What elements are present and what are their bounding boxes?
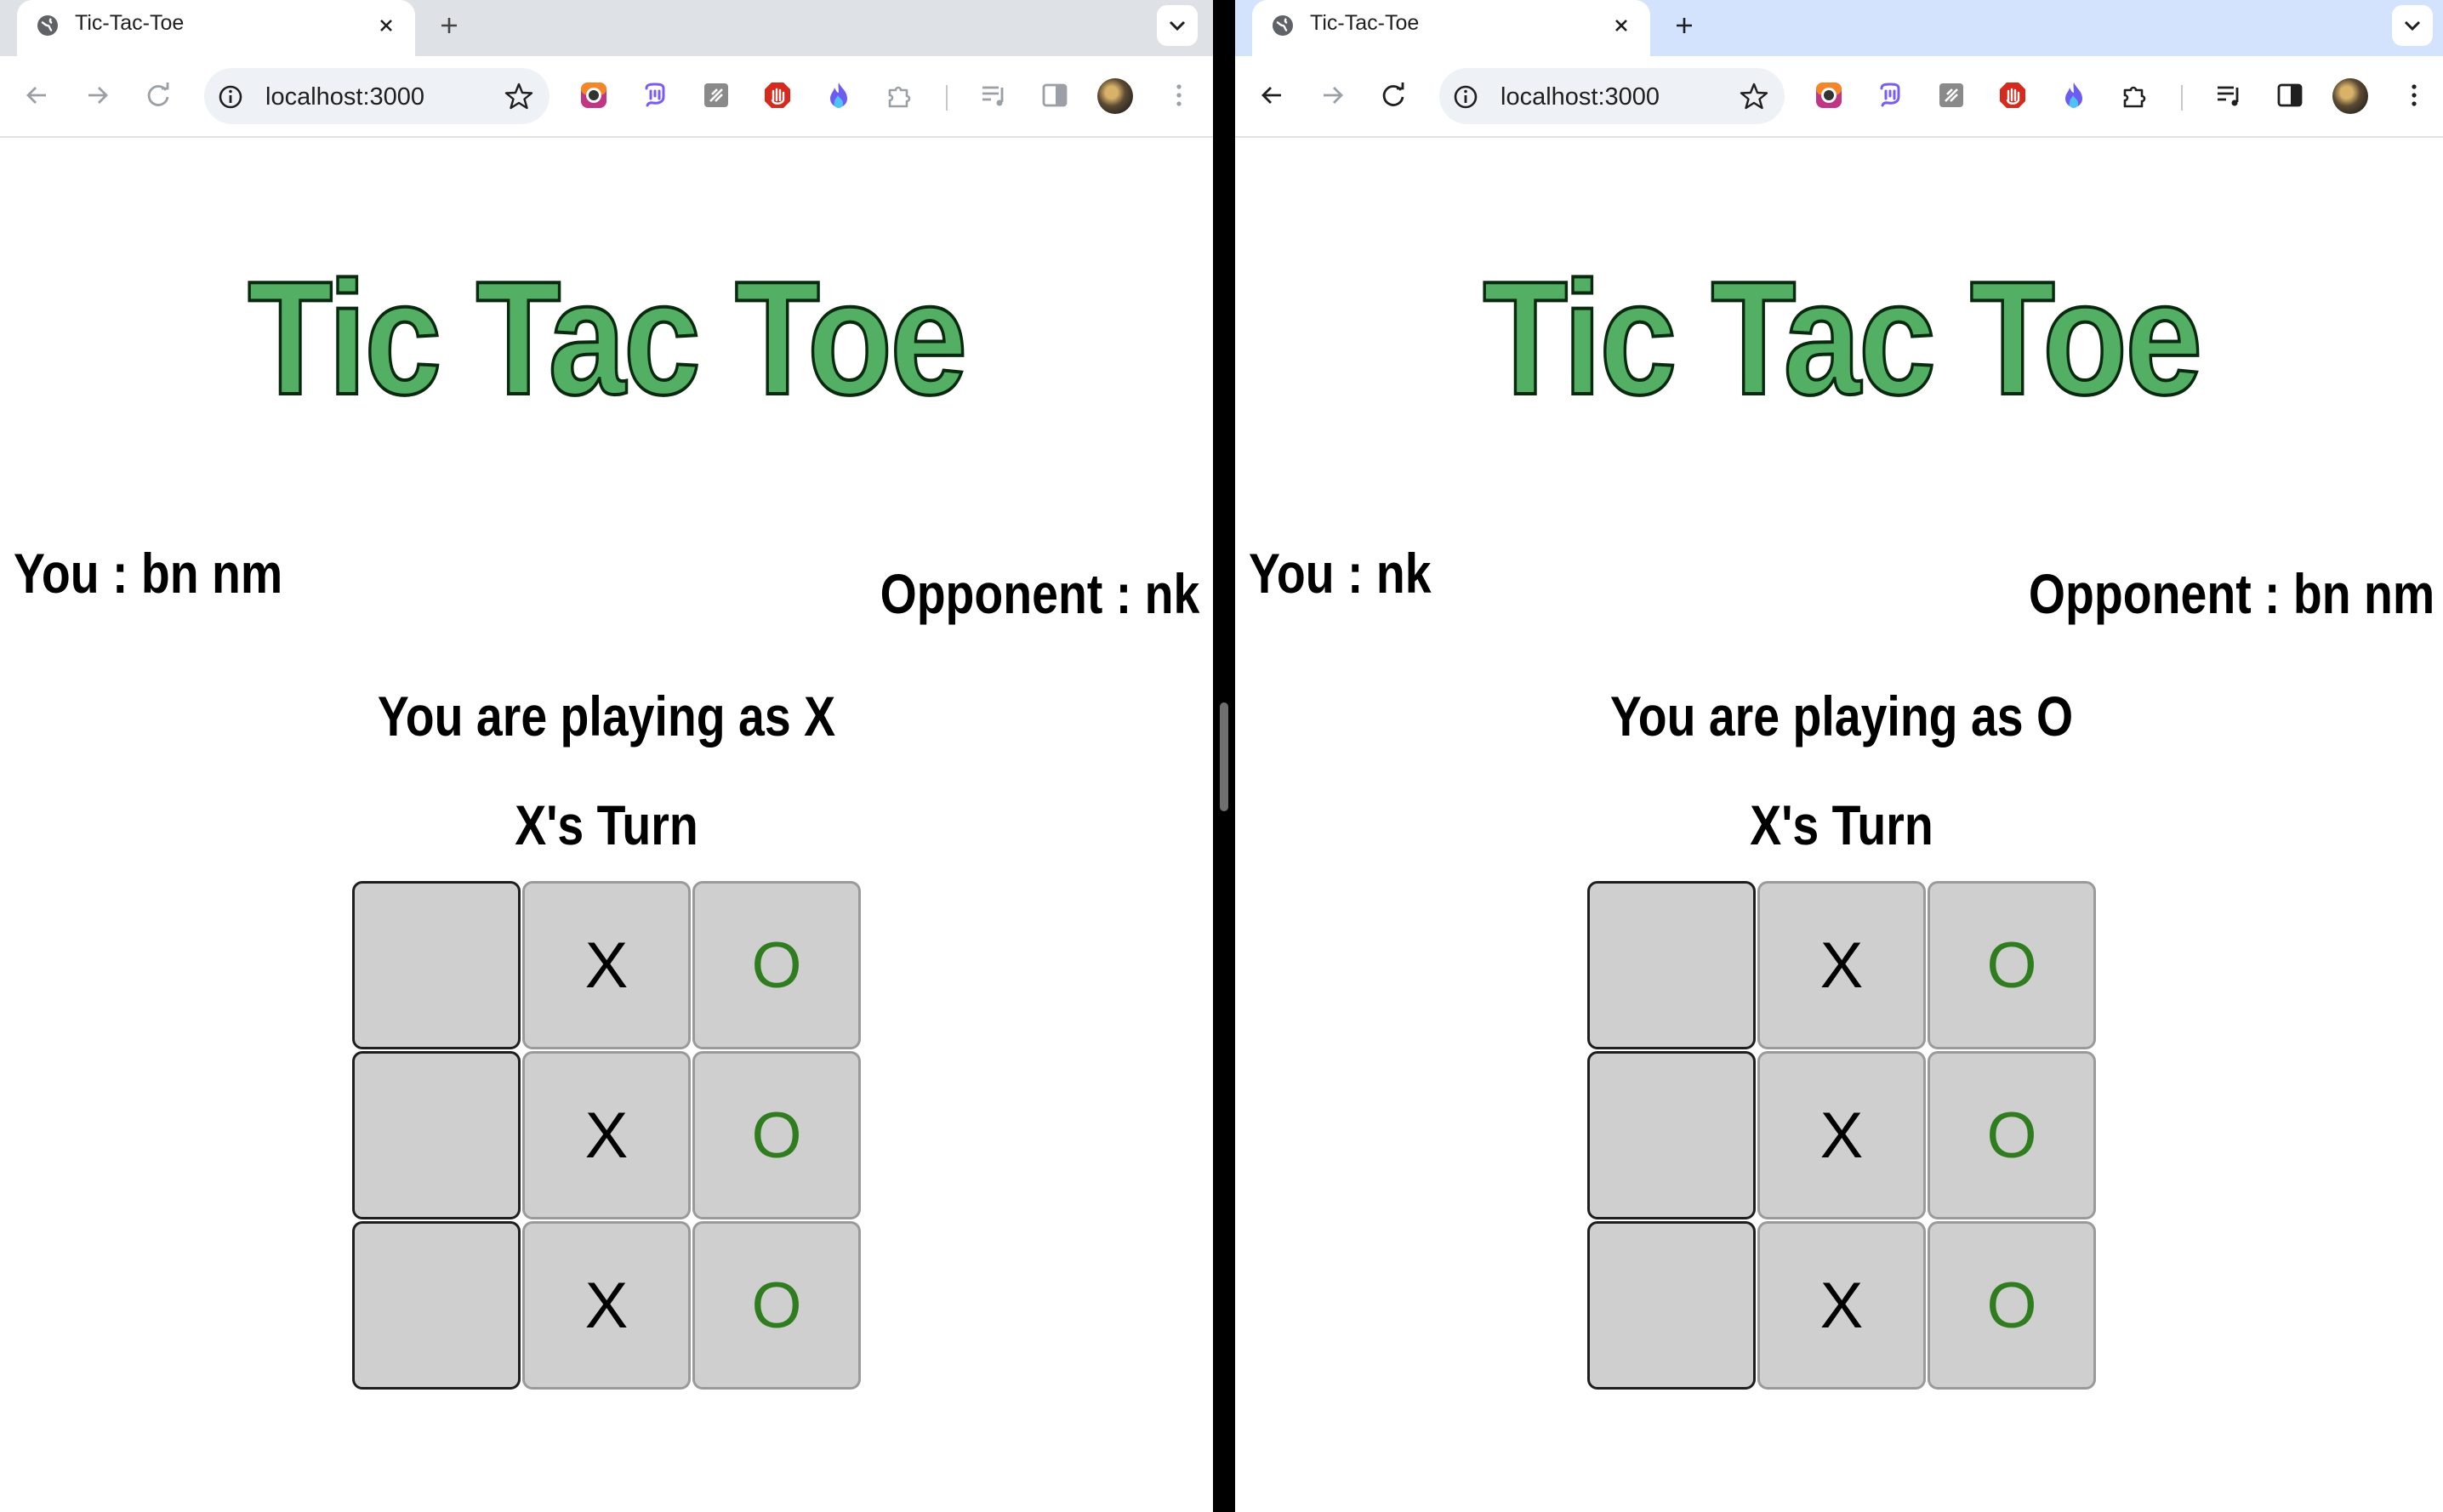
reload-icon[interactable]: [140, 77, 177, 114]
arrow-left-icon[interactable]: [1254, 77, 1291, 114]
kebab-menu-icon[interactable]: [1164, 80, 1194, 111]
kebab-menu-icon[interactable]: [2399, 80, 2429, 111]
arrow-right-icon[interactable]: [1313, 77, 1351, 114]
flame-ext-icon[interactable]: [823, 80, 854, 111]
puzzle-icon[interactable]: [2120, 80, 2150, 111]
notes-ext-icon[interactable]: [1936, 80, 1967, 111]
player-you-label: You : bn nm: [14, 542, 283, 605]
chevron-down-icon: [1169, 20, 1186, 31]
star-icon[interactable]: [1739, 81, 1769, 111]
board-cell-2-2[interactable]: O: [692, 1221, 861, 1390]
puzzle-icon[interactable]: [885, 80, 915, 111]
plus-icon[interactable]: [1667, 9, 1701, 43]
url-text: localhost:3000: [1501, 83, 1660, 111]
game-page: Tic Tac Toe You : bn nm Opponent : nk Yo…: [0, 138, 1213, 1512]
chrome-ext-icon[interactable]: [578, 80, 609, 111]
tab-title: Tic-Tac-Toe: [75, 11, 185, 35]
tab-search-button[interactable]: [2392, 5, 2433, 46]
player-opponent-label: Opponent : bn nm: [2028, 562, 2434, 625]
side-panel-icon[interactable]: [1039, 80, 1070, 111]
browser-window-right: Tic-Tac-Toe localhost:3000 Tic Tac Toe Y…: [1235, 0, 2443, 1512]
tab-strip: Tic-Tac-Toe: [1235, 0, 2443, 56]
chrome-ext-icon[interactable]: [1814, 80, 1844, 111]
board-cell-0-1[interactable]: X: [1757, 881, 1926, 1049]
close-icon[interactable]: [1608, 12, 1635, 39]
flame-ext-icon[interactable]: [2059, 80, 2089, 111]
close-icon[interactable]: [373, 12, 400, 39]
tab-search-button[interactable]: [1157, 5, 1198, 46]
board-cell-1-0[interactable]: [352, 1051, 521, 1219]
arrow-left-icon[interactable]: [19, 77, 56, 114]
board-cell-0-2[interactable]: O: [692, 881, 861, 1049]
turn-indicator: X's Turn: [515, 793, 698, 856]
player-opponent-label: Opponent : nk: [880, 562, 1199, 625]
game-page: Tic Tac Toe You : nk Opponent : bn nm Yo…: [1235, 138, 2443, 1512]
media-controls-icon[interactable]: [2213, 80, 2244, 111]
window-divider-handle[interactable]: [1220, 702, 1228, 811]
board-cell-1-2[interactable]: O: [1928, 1051, 2096, 1219]
board-cell-0-2[interactable]: O: [1928, 881, 2096, 1049]
arrow-right-icon[interactable]: [78, 77, 116, 114]
star-icon[interactable]: [504, 81, 534, 111]
board-cell-2-0[interactable]: [1587, 1221, 1756, 1390]
browser-toolbar: localhost:3000: [0, 56, 1213, 138]
media-controls-icon[interactable]: [978, 80, 1009, 111]
browser-toolbar: localhost:3000: [1235, 56, 2443, 138]
board-cell-1-0[interactable]: [1587, 1051, 1756, 1219]
globe-icon: [1273, 15, 1293, 36]
board-cell-0-1[interactable]: X: [522, 881, 691, 1049]
address-bar[interactable]: localhost:3000: [204, 68, 550, 124]
plus-icon[interactable]: [432, 9, 466, 43]
toolbar-separator: [946, 85, 948, 111]
board-cell-0-0[interactable]: [1587, 881, 1756, 1049]
board-cell-0-0[interactable]: [352, 881, 521, 1049]
mastodon-ext-icon[interactable]: [1875, 80, 1905, 111]
address-bar[interactable]: localhost:3000: [1439, 68, 1785, 124]
reload-icon[interactable]: [1375, 77, 1412, 114]
tab-strip: Tic-Tac-Toe: [0, 0, 1213, 56]
url-text: localhost:3000: [265, 83, 425, 111]
adblock-ext-icon[interactable]: [1997, 80, 2028, 111]
tab-tic-tac-toe[interactable]: Tic-Tac-Toe: [1252, 0, 1650, 56]
board-cell-2-0[interactable]: [352, 1221, 521, 1390]
info-icon[interactable]: [1451, 82, 1480, 111]
globe-icon: [37, 15, 58, 36]
playing-as-label: You are playing as X: [377, 685, 836, 747]
playing-as-label: You are playing as O: [1609, 685, 2074, 747]
board-cell-1-2[interactable]: O: [692, 1051, 861, 1219]
mastodon-ext-icon[interactable]: [640, 80, 670, 111]
side-panel-icon[interactable]: [2275, 80, 2305, 111]
game-title: Tic Tac Toe: [247, 248, 969, 429]
toolbar-separator: [2181, 85, 2183, 111]
board-cell-1-1[interactable]: X: [522, 1051, 691, 1219]
board-cell-1-1[interactable]: X: [1757, 1051, 1926, 1219]
avatar[interactable]: [1097, 78, 1133, 114]
player-you-label: You : nk: [1249, 542, 1432, 605]
tab-tic-tac-toe[interactable]: Tic-Tac-Toe: [17, 0, 415, 56]
chevron-down-icon: [2404, 20, 2421, 31]
tab-title: Tic-Tac-Toe: [1310, 11, 1420, 35]
turn-indicator: X's Turn: [1750, 793, 1933, 856]
board-cell-2-1[interactable]: X: [522, 1221, 691, 1390]
avatar[interactable]: [2332, 78, 2368, 114]
game-title: Tic Tac Toe: [1482, 248, 2204, 429]
game-board: X O X O X O: [352, 881, 861, 1390]
browser-window-left: Tic-Tac-Toe localhost:3000 Tic Tac Toe Y…: [0, 0, 1213, 1512]
board-cell-2-1[interactable]: X: [1757, 1221, 1926, 1390]
adblock-ext-icon[interactable]: [762, 80, 793, 111]
info-icon[interactable]: [216, 82, 245, 111]
board-cell-2-2[interactable]: O: [1928, 1221, 2096, 1390]
game-board: X O X O X O: [1587, 881, 2096, 1390]
notes-ext-icon[interactable]: [701, 80, 732, 111]
